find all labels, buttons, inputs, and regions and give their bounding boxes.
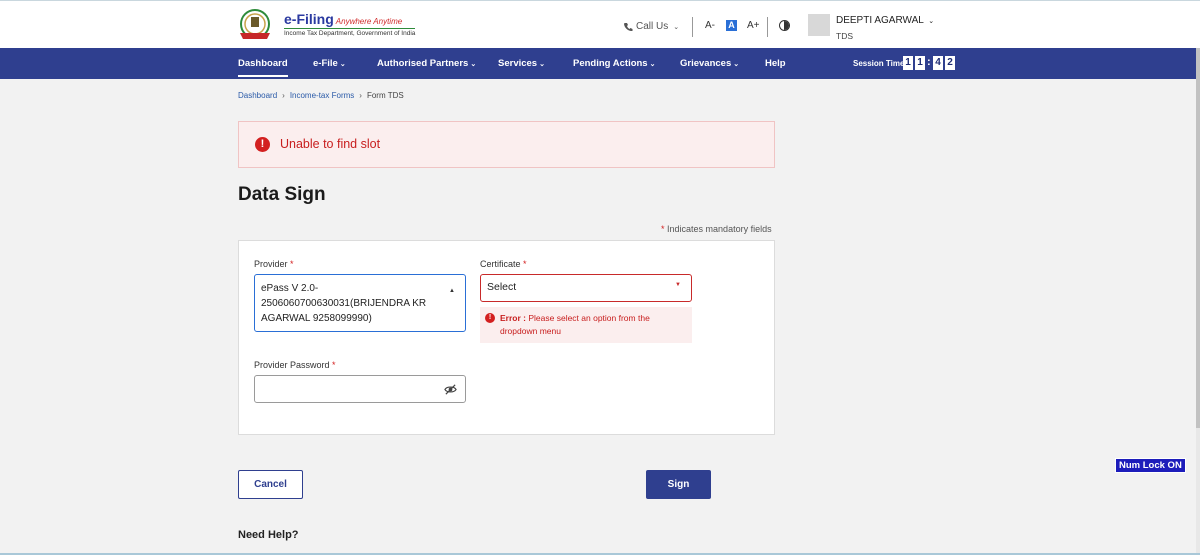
session-digit: 2 bbox=[945, 56, 955, 70]
logo-tagline: Anywhere Anytime bbox=[335, 17, 403, 26]
font-increase-button[interactable]: A+ bbox=[747, 20, 760, 31]
nav-grievances[interactable]: Grievances ⌄ bbox=[680, 58, 739, 69]
error-icon: ! bbox=[485, 313, 495, 323]
chevron-down-icon: ⌄ bbox=[733, 61, 740, 68]
user-menu[interactable]: DEEPTI AGARWAL ⌄ bbox=[836, 15, 934, 26]
certificate-error: ! Error : Please select an option from t… bbox=[480, 307, 692, 343]
scrollbar-thumb[interactable] bbox=[1196, 48, 1200, 428]
breadcrumb-current: Form TDS bbox=[366, 91, 404, 100]
efiling-logo[interactable]: e-Filing Anywhere Anytime Income Tax Depa… bbox=[238, 9, 416, 43]
certificate-label-text: Certificate bbox=[480, 259, 521, 269]
breadcrumb-income-tax-forms[interactable]: Income-tax Forms bbox=[290, 91, 354, 100]
contrast-toggle-icon[interactable] bbox=[779, 20, 790, 31]
font-normal-button[interactable]: A bbox=[726, 20, 737, 31]
data-sign-form: Provider * ePass V 2.0-2506060700630031(… bbox=[238, 240, 775, 435]
phone-icon bbox=[624, 22, 633, 31]
session-time-label: Session Time bbox=[853, 59, 905, 68]
mandatory-note-text: Indicates mandatory fields bbox=[667, 224, 772, 234]
sign-button[interactable]: Sign bbox=[646, 470, 711, 499]
divider bbox=[767, 17, 768, 37]
certificate-error-text: Error : Please select an option from the… bbox=[500, 312, 685, 338]
session-digit: 1 bbox=[903, 56, 913, 70]
error-alert: ! Unable to find slot bbox=[238, 121, 775, 168]
caret-up-icon: ▲ bbox=[449, 288, 455, 294]
session-colon: : bbox=[927, 56, 931, 68]
logo-title: e-Filing Anywhere Anytime bbox=[284, 11, 403, 27]
nav-pending-actions-label: Pending Actions bbox=[573, 58, 648, 69]
error-prefix: Error : bbox=[500, 313, 526, 323]
main-nav: Dashboard e-File ⌄ Authorised Partners ⌄ S… bbox=[0, 48, 1196, 79]
logo-subtitle: Income Tax Department, Government of Ind… bbox=[284, 28, 416, 37]
nav-authorised-partners[interactable]: Authorised Partners ⌄ bbox=[377, 58, 476, 69]
cancel-button[interactable]: Cancel bbox=[238, 470, 303, 499]
required-asterisk: * bbox=[523, 259, 527, 269]
password-label: Provider Password * bbox=[254, 360, 336, 370]
user-role: TDS bbox=[836, 31, 853, 41]
session-digit: 1 bbox=[915, 56, 925, 70]
provider-value: ePass V 2.0-2506060700630031(BRIJENDRA K… bbox=[261, 283, 427, 324]
nav-efile-label: e-File bbox=[313, 58, 338, 69]
required-asterisk: * bbox=[661, 224, 665, 234]
top-header: e-Filing Anywhere Anytime Income Tax Depa… bbox=[0, 0, 1200, 48]
eye-slash-icon[interactable] bbox=[444, 383, 457, 396]
password-label-text: Provider Password bbox=[254, 360, 330, 370]
call-us-label: Call Us bbox=[636, 21, 669, 32]
chevron-down-icon: ⌄ bbox=[339, 61, 346, 68]
breadcrumb-separator-icon: › bbox=[359, 91, 362, 100]
chevron-down-icon: ⌄ bbox=[673, 23, 680, 31]
chevron-down-icon: ⌄ bbox=[470, 61, 477, 68]
chevron-down-icon: ⌄ bbox=[928, 18, 935, 25]
font-decrease-button[interactable]: A- bbox=[705, 20, 715, 31]
error-message: Unable to find slot bbox=[280, 137, 381, 151]
nav-dashboard[interactable]: Dashboard bbox=[238, 58, 288, 77]
user-name: DEEPTI AGARWAL bbox=[836, 15, 924, 26]
page-scrollbar[interactable] bbox=[1196, 48, 1200, 555]
nav-services[interactable]: Services ⌄ bbox=[498, 58, 545, 69]
breadcrumb-separator-icon: › bbox=[282, 91, 285, 100]
provider-password-input[interactable] bbox=[254, 375, 466, 403]
caret-down-icon: ▼ bbox=[675, 282, 681, 288]
avatar[interactable] bbox=[808, 14, 830, 36]
required-asterisk: * bbox=[290, 259, 294, 269]
mandatory-note: * Indicates mandatory fields bbox=[661, 224, 772, 234]
divider bbox=[692, 17, 693, 37]
nav-authorised-partners-label: Authorised Partners bbox=[377, 58, 469, 69]
required-asterisk: * bbox=[332, 360, 336, 370]
call-us-menu[interactable]: Call Us ⌄ bbox=[623, 21, 679, 32]
nav-pending-actions[interactable]: Pending Actions ⌄ bbox=[573, 58, 655, 69]
numlock-indicator: Num Lock ON bbox=[1115, 458, 1186, 473]
certificate-value: Select bbox=[487, 281, 517, 293]
need-help-heading: Need Help? bbox=[238, 529, 299, 541]
provider-label-text: Provider bbox=[254, 259, 288, 269]
nav-services-label: Services bbox=[498, 58, 538, 69]
nav-efile[interactable]: e-File ⌄ bbox=[313, 58, 346, 69]
nav-help[interactable]: Help bbox=[765, 58, 786, 69]
session-digit: 4 bbox=[933, 56, 943, 70]
breadcrumb: Dashboard › Income-tax Forms › Form TDS bbox=[238, 91, 404, 100]
provider-label: Provider * bbox=[254, 259, 294, 269]
provider-select[interactable]: ePass V 2.0-2506060700630031(BRIJENDRA K… bbox=[254, 274, 466, 332]
certificate-label: Certificate * bbox=[480, 259, 527, 269]
chevron-down-icon: ⌄ bbox=[539, 61, 545, 68]
page-title: Data Sign bbox=[238, 184, 326, 205]
breadcrumb-dashboard[interactable]: Dashboard bbox=[238, 91, 277, 100]
emblem-icon bbox=[240, 9, 270, 39]
chevron-down-icon: ⌄ bbox=[649, 61, 656, 68]
nav-grievances-label: Grievances bbox=[680, 58, 732, 69]
error-icon: ! bbox=[255, 137, 270, 152]
certificate-select[interactable]: Select ▼ bbox=[480, 274, 692, 302]
